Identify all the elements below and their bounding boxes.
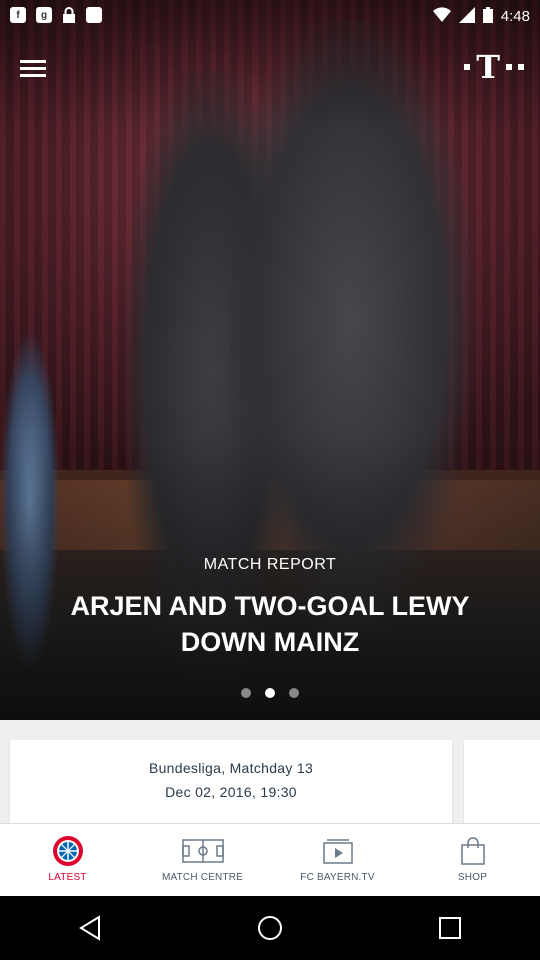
match-date: Dec 02, 2016, 19:30	[165, 784, 297, 800]
telekom-dot-icon	[464, 64, 471, 70]
home-button[interactable]	[240, 898, 300, 958]
shopping-bag-icon	[460, 836, 486, 866]
lock-notification-icon	[62, 7, 76, 26]
carousel-pagination[interactable]	[0, 688, 540, 698]
signal-icon	[458, 7, 475, 26]
carousel-dot-active[interactable]	[265, 688, 275, 698]
battery-icon	[482, 7, 493, 26]
pitch-icon	[181, 836, 224, 866]
carousel-dot[interactable]	[241, 688, 251, 698]
menu-line-icon	[20, 66, 46, 70]
notification-icons: f g	[10, 7, 102, 26]
tab-label: MATCH CENTRE	[161, 872, 244, 883]
wifi-icon	[432, 7, 451, 26]
telekom-dot-icon	[518, 64, 524, 70]
home-circle-icon	[258, 916, 282, 940]
facebook-notification-icon: f	[10, 7, 26, 23]
android-navigation-bar	[0, 896, 540, 960]
tab-latest[interactable]: LATEST	[0, 824, 135, 897]
back-button[interactable]	[60, 898, 120, 958]
tab-label: FC BAYERN.TV	[300, 872, 375, 883]
match-cards-carousel[interactable]: Bundesliga, Matchday 13 Dec 02, 2016, 19…	[0, 720, 540, 823]
tab-match-centre[interactable]: MATCH CENTRE	[135, 824, 270, 897]
status-bar: f g 4:48	[0, 0, 540, 32]
tab-label: LATEST	[48, 872, 87, 883]
match-competition: Bundesliga, Matchday 13	[148, 760, 314, 776]
recent-apps-button[interactable]	[420, 898, 480, 958]
bottom-tab-bar: LATEST MATCH CENTRE FC BAYERN.TV SHOP	[0, 823, 540, 897]
hero-caption[interactable]: MATCH REPORT ARJEN AND TWO-GOAL LEWY DOW…	[0, 556, 540, 660]
fc-bayern-logo-icon	[52, 836, 84, 866]
menu-line-icon	[20, 59, 46, 63]
telekom-dot-icon	[506, 64, 512, 70]
recent-apps-square-icon	[439, 917, 461, 939]
article-kicker: MATCH REPORT	[203, 556, 337, 573]
next-match-card[interactable]	[464, 740, 540, 823]
clock: 4:48	[500, 8, 530, 25]
hamburger-menu-button[interactable]	[20, 55, 52, 81]
tab-shop[interactable]: SHOP	[405, 824, 540, 897]
article-headline[interactable]: ARJEN AND TWO-GOAL LEWY DOWN MAINZ	[0, 588, 540, 660]
menu-line-icon	[20, 73, 46, 77]
tab-fc-bayern-tv[interactable]: FC BAYERN.TV	[270, 824, 405, 897]
carousel-dot[interactable]	[289, 688, 299, 698]
app-notification-icon	[86, 7, 102, 23]
tab-label: SHOP	[457, 872, 488, 883]
google-notification-icon: g	[36, 7, 52, 23]
play-tv-icon	[322, 836, 353, 866]
back-triangle-icon	[79, 915, 100, 941]
match-card[interactable]: Bundesliga, Matchday 13 Dec 02, 2016, 19…	[10, 740, 452, 823]
telekom-sponsor-logo[interactable]: T	[464, 48, 524, 86]
telekom-t-icon: T	[476, 48, 500, 86]
